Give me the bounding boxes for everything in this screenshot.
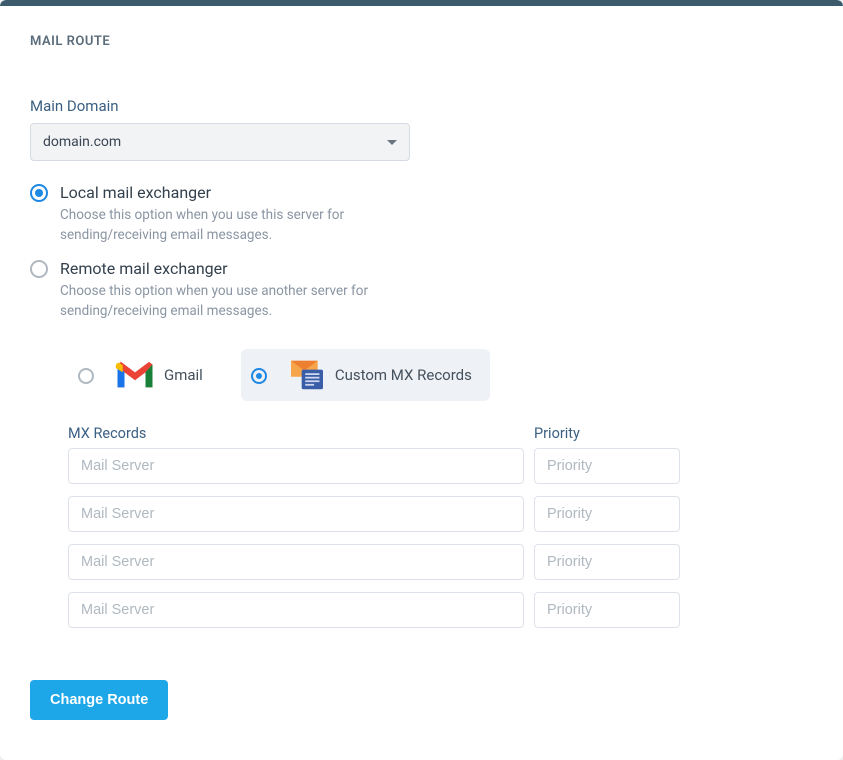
mx-headers: MX Records Priority (68, 425, 680, 442)
mx-row (68, 496, 680, 532)
mx-row (68, 448, 680, 484)
main-domain-select[interactable]: domain.com (30, 123, 410, 161)
priority-input[interactable] (534, 592, 680, 628)
remote-route-option[interactable]: Remote mail exchanger Choose this option… (30, 259, 813, 321)
gmail-radio[interactable] (78, 368, 94, 384)
mail-server-input[interactable] (68, 592, 524, 628)
remote-sub-options: Gmail Custom MX Records (68, 349, 813, 401)
mail-route-panel: MAIL ROUTE Main Domain domain.com Local … (0, 0, 843, 760)
change-route-button[interactable]: Change Route (30, 680, 168, 720)
custom-mx-radio[interactable] (251, 368, 267, 384)
panel-title: MAIL ROUTE (30, 34, 813, 49)
local-route-title: Local mail exchanger (60, 183, 390, 202)
mx-row (68, 544, 680, 580)
local-route-desc: Choose this option when you use this ser… (60, 206, 390, 245)
mail-server-input[interactable] (68, 448, 524, 484)
priority-input[interactable] (534, 544, 680, 580)
mx-priority-header: Priority (534, 425, 680, 442)
mx-records-section: MX Records Priority (68, 425, 680, 628)
priority-input[interactable] (534, 496, 680, 532)
local-route-content: Local mail exchanger Choose this option … (60, 183, 390, 245)
remote-route-radio[interactable] (30, 260, 48, 278)
mx-row (68, 592, 680, 628)
local-route-option[interactable]: Local mail exchanger Choose this option … (30, 183, 813, 245)
mail-server-input[interactable] (68, 496, 524, 532)
main-domain-label: Main Domain (30, 97, 813, 115)
gmail-label: Gmail (164, 366, 203, 384)
panel-body: MAIL ROUTE Main Domain domain.com Local … (0, 6, 843, 760)
local-route-radio[interactable] (30, 184, 48, 202)
remote-route-title: Remote mail exchanger (60, 259, 390, 278)
priority-input[interactable] (534, 448, 680, 484)
main-domain-value: domain.com (43, 134, 121, 150)
mx-records-header: MX Records (68, 425, 524, 442)
chevron-down-icon (387, 140, 397, 145)
gmail-icon (114, 359, 156, 391)
custom-mx-option[interactable]: Custom MX Records (241, 349, 490, 401)
mail-server-input[interactable] (68, 544, 524, 580)
gmail-option[interactable]: Gmail (68, 349, 221, 401)
remote-route-content: Remote mail exchanger Choose this option… (60, 259, 390, 321)
remote-route-desc: Choose this option when you use another … (60, 282, 390, 321)
route-radio-group: Local mail exchanger Choose this option … (30, 183, 813, 321)
custom-mx-label: Custom MX Records (335, 366, 472, 384)
custom-mx-icon (287, 359, 327, 391)
